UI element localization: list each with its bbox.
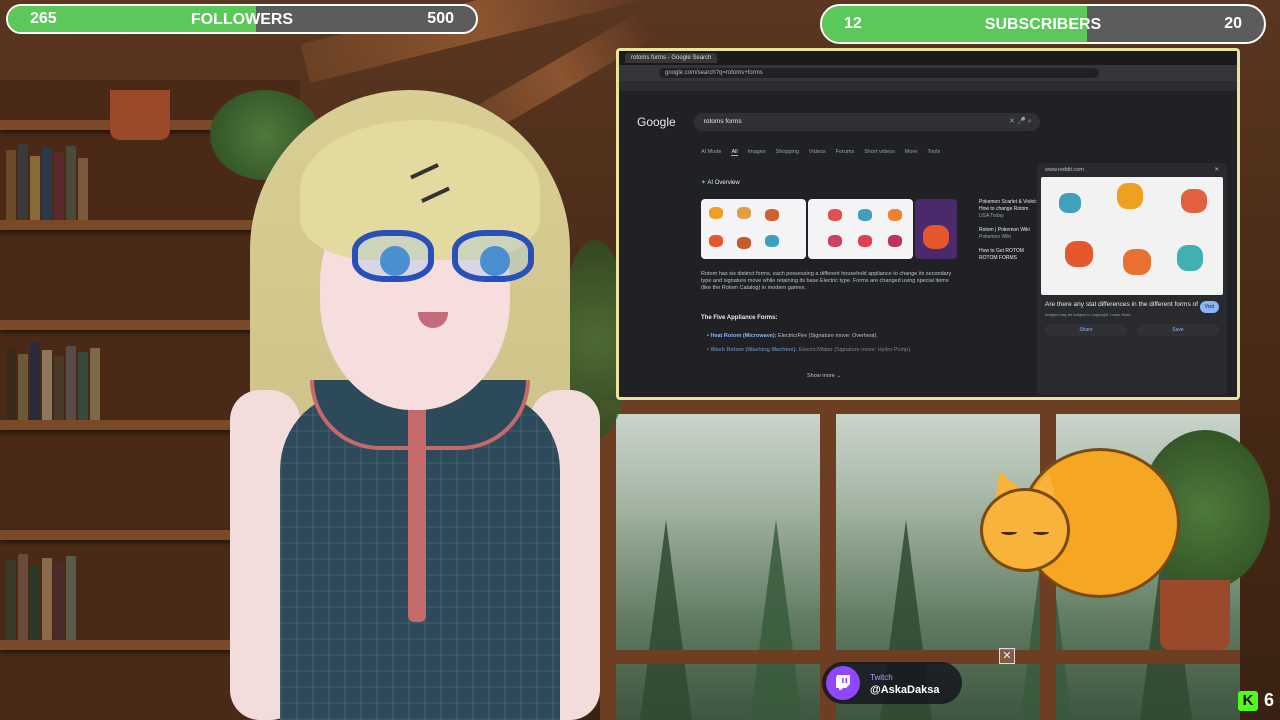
vtuber-avatar [190, 90, 610, 720]
ai-image-strip [701, 199, 957, 259]
search-tabs: AI Mode All Images Shopping Videos Forums Shor… [701, 149, 940, 156]
search-tab[interactable]: AI Mode [701, 149, 721, 156]
browser-tab[interactable]: rotoms forms - Google Search [625, 53, 718, 63]
search-tab[interactable]: All [731, 149, 738, 156]
browser-tab-strip: rotoms forms - Google Search [619, 51, 1237, 65]
search-tab[interactable]: Forums [836, 149, 855, 156]
preview-actions: Share Save [1037, 320, 1227, 340]
preview-image[interactable] [1041, 177, 1223, 295]
window-frame [600, 400, 1240, 414]
ai-item-desc: Electric/Fire (Signature move: Overheat)… [778, 333, 878, 339]
followers-current: 265 [30, 10, 57, 27]
ai-overview-heading: ✦ AI Overview [701, 179, 740, 186]
side-results: Pokemon Scarlet & Violet: How to change … [979, 199, 1039, 262]
cat-eye [1033, 529, 1049, 535]
bookmarks-bar [619, 81, 1237, 91]
ai-item-desc: Electric/Water (Signature move: Hydro Pu… [798, 347, 912, 353]
browser-capture: rotoms forms - Google Search google.com/… [616, 48, 1240, 400]
side-result-source: USA Today [979, 213, 1004, 219]
ai-subheading: The Five Appliance Forms: [701, 315, 778, 321]
browser-toolbar: google.com/search?q=rotoms+forms [619, 65, 1237, 81]
close-icon[interactable]: ✕ [999, 648, 1015, 664]
twitch-handle: @AskaDaksa [870, 684, 940, 696]
copyright-note: Images may be subject to copyright. Lear… [1045, 312, 1131, 317]
search-icon[interactable]: ✕ 🎤 ⌕ [1009, 113, 1031, 131]
search-tab[interactable]: Tools [927, 149, 940, 156]
search-input[interactable]: rotoms forms ✕ 🎤 ⌕ [693, 113, 1040, 131]
cat-head [980, 488, 1070, 572]
search-tab[interactable]: Images [748, 149, 766, 156]
ai-item-name: Heat Rotom (Microwave): [710, 333, 777, 339]
book-row [6, 550, 76, 640]
glasses-lens [452, 230, 534, 282]
subscribers-target: 20 [1224, 15, 1242, 32]
share-button[interactable]: Share [1045, 324, 1127, 336]
rotom-image[interactable] [915, 199, 957, 259]
ai-list-item: • Wash Rotom (Washing Machine): Electric… [707, 347, 912, 353]
show-more-button[interactable]: Show more ⌄ [807, 373, 841, 379]
rotom-image[interactable] [701, 199, 806, 259]
followers-target: 500 [427, 10, 454, 27]
followers-goal-bar: FOLLOWERS 265 500 [6, 4, 478, 34]
twitch-platform-label: Twitch [870, 673, 893, 682]
side-result-title[interactable]: Pokemon Scarlet & Violet: How to change … [979, 199, 1039, 213]
preview-caption-text[interactable]: Are there any stat differences in the di… [1045, 301, 1205, 308]
glasses-lens [352, 230, 434, 282]
kick-count: 6 [1264, 690, 1275, 710]
sparkle-icon: ✦ [701, 180, 707, 186]
book-row [6, 340, 100, 420]
save-button[interactable]: Save [1137, 324, 1219, 336]
twitch-icon [826, 666, 860, 700]
ai-overview-label: AI Overview [707, 180, 740, 186]
avatar-glasses [352, 230, 542, 286]
search-header: Google rotoms forms ✕ 🎤 ⌕ [637, 113, 1040, 131]
ai-overview-text: Rotom has six distinct forms, each posse… [701, 271, 952, 291]
search-tab[interactable]: More [905, 149, 918, 156]
ai-list-item: • Heat Rotom (Microwave): Electric/Fire … [707, 333, 878, 339]
preview-caption: Are there any stat differences in the di… [1037, 295, 1227, 313]
preview-source[interactable]: www.reddit.com [1045, 163, 1084, 177]
image-preview-panel: www.reddit.com ✕ Are there any stat diff… [1037, 163, 1227, 395]
plant-pot [110, 90, 170, 140]
close-icon[interactable]: ✕ [1214, 163, 1219, 177]
preview-header: www.reddit.com ✕ [1037, 163, 1227, 177]
show-more-label: Show more [807, 373, 835, 379]
pine-tree [640, 520, 692, 720]
side-result-source: Pokemon Wiki [979, 234, 1011, 240]
ai-item-name: Wash Rotom (Washing Machine): [710, 347, 798, 353]
sleeping-cat-icon [980, 448, 1180, 608]
address-bar[interactable]: google.com/search?q=rotoms+forms [659, 68, 1099, 78]
search-tab[interactable]: Shopping [776, 149, 799, 156]
search-tab[interactable]: Short videos [864, 149, 895, 156]
cat-eye [1001, 529, 1017, 535]
twitch-handle-tag[interactable]: Twitch @AskaDaksa [822, 662, 962, 704]
pine-tree [750, 520, 802, 720]
visit-button[interactable]: Visit [1199, 301, 1219, 313]
kick-viewer-counter: K 6 [1238, 690, 1274, 711]
side-result-title[interactable]: How to Get ROTOM ROTOM FORMS [979, 248, 1039, 262]
kick-icon: K [1238, 690, 1258, 711]
subscribers-current: 12 [844, 15, 862, 32]
book-row [6, 140, 88, 220]
avatar-ribbon [408, 402, 426, 622]
side-result-title[interactable]: Rotom | Pokemon Wiki [979, 227, 1039, 234]
search-tab[interactable]: Videos [809, 149, 826, 156]
google-logo[interactable]: Google [637, 115, 676, 129]
subscribers-goal-bar: SUBSCRIBERS 12 20 [820, 4, 1266, 44]
rotom-image[interactable] [808, 199, 913, 259]
search-query: rotoms forms [703, 118, 742, 125]
